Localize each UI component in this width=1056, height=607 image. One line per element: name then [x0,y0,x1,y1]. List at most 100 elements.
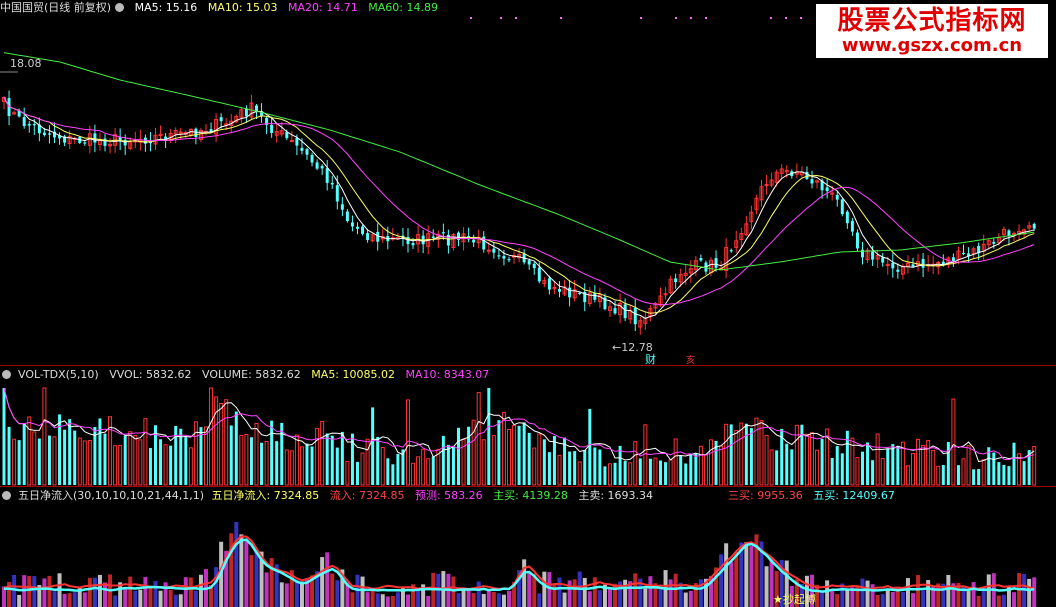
volume-bar [260,442,264,485]
volume-bar [542,439,546,485]
inflow-label: 流入: 7324.85 [329,489,405,502]
volume-bar [568,451,572,485]
flow-bar [264,572,269,607]
candle-body [729,250,733,252]
volume-bar [441,435,445,485]
volume-bar [866,442,870,485]
volume-panel-header: VOL-TDX(5,10) VVOL: 5832.62 VOLUME: 5832… [0,367,496,383]
candle-body [219,117,223,122]
flow-bar [683,592,688,607]
volume-bar [416,456,421,486]
settings-circle-icon[interactable] [2,491,11,500]
volume-bar [264,441,269,486]
volume-bar [653,457,658,486]
flow-bar [830,590,835,607]
volume-bar [608,463,612,486]
volume-bar [694,453,698,485]
flow-bar [330,573,335,607]
flow-bar [143,576,148,607]
flow-bar [547,572,552,607]
flow-bar [921,590,926,607]
flow-bar [325,552,330,607]
flow-bar [491,591,496,607]
settings-circle-icon[interactable] [2,370,11,379]
volume-bar [244,434,249,486]
volume-bar [103,433,107,485]
volume-bar [159,439,163,485]
flow-bar [193,590,198,607]
price-panel-header: 中国国贸(日线 前复权) MA5: 15.16 MA10: 15.03 MA20… [0,0,445,16]
bottom-signal-tag: ★抄起博 [773,593,816,606]
volume-bar [320,420,325,486]
volume-bar [174,425,178,485]
flow-bar [133,590,138,607]
flow-bar [587,591,592,607]
volume-bar [956,465,960,485]
ma60-line [3,52,1035,271]
flow-bar [597,590,602,607]
flow-bar [178,594,183,607]
volume-bar [143,418,148,486]
flow-bar [648,576,653,607]
flow-bar [870,584,875,607]
volume-bar [87,440,92,486]
volume-bar [214,396,219,486]
volume-bar [896,446,900,485]
flow-bar [92,577,97,607]
signal-dot [690,17,692,19]
volume-bar [835,446,839,485]
volume-bar [12,438,17,486]
finance-marker[interactable]: 财 [645,351,656,367]
volume-bar [376,436,380,485]
volume-bar [249,437,253,485]
volume-bar [113,445,118,486]
candle-body [502,256,506,259]
volume-bar [794,424,799,486]
volume-bar [698,445,703,486]
flow-bar [456,593,461,607]
volume-bar [739,422,744,486]
candle-body [492,248,496,253]
vol-indicator-name: VOL-TDX(5,10) [18,368,99,381]
flow-bar [416,588,421,607]
volume-bar [294,434,299,486]
volume-bar [193,421,198,486]
flow-bar [67,593,72,607]
high-price-label: 18.08 [10,57,42,70]
vol-ma10-label: MA10: 8343.07 [405,368,490,381]
volume-bar [360,452,365,486]
volume-bar [239,434,244,486]
volume-bar [148,447,152,485]
volume-bar [356,461,359,485]
flow-bar [153,581,158,607]
candle-body [366,233,370,240]
volume-bar [931,449,936,486]
flow-bar [976,595,981,607]
volume-bar [254,422,259,486]
flow-bar [885,589,890,607]
candle-body [825,187,829,192]
volume-bar [305,443,309,485]
volume-bar [487,388,491,485]
volume-chart[interactable] [0,366,1056,486]
settings-circle-icon[interactable] [115,3,125,12]
candle-body [310,155,314,163]
candle-body [921,258,925,268]
volume-bar [638,458,642,485]
candle-body [320,165,324,169]
volume-bar [98,418,102,485]
volume-bar [724,423,729,486]
event-marker[interactable]: 亥 [686,353,695,366]
candle-body [633,307,637,325]
flow-bar [254,551,259,607]
candle-body [42,132,46,136]
flow-bar [623,579,628,607]
flow-bar [572,579,577,607]
flow-bar [527,573,532,607]
flow-chart[interactable] [0,504,1056,607]
volume-bar [921,445,926,486]
candle-body [83,142,87,144]
volume-bar [769,449,774,486]
volume-bar [426,458,431,486]
flow-bar [466,590,471,607]
